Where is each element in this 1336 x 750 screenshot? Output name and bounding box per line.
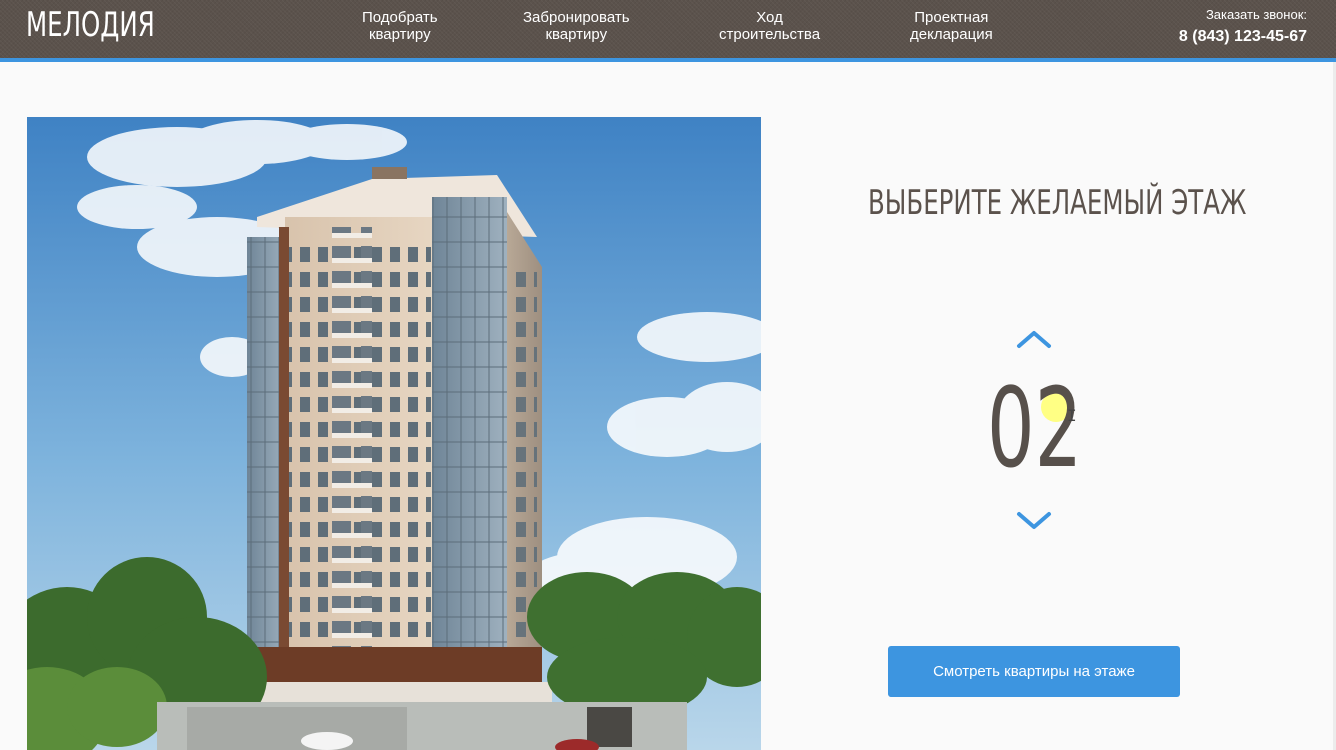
nav-item-label: Подобрать bbox=[362, 9, 438, 26]
view-floor-apartments-button[interactable]: Смотреть квартиры на этаже bbox=[888, 646, 1180, 697]
nav-item-choose-apartment[interactable]: Подобрать квартиру bbox=[362, 9, 438, 43]
nav-item-label: квартиру bbox=[368, 26, 431, 43]
nav-item-label: Проектная bbox=[914, 9, 989, 26]
nav-item-label: квартиру bbox=[545, 26, 608, 43]
callback-label[interactable]: Заказать звонок: bbox=[1179, 7, 1307, 23]
chevron-up-icon[interactable] bbox=[1016, 328, 1052, 350]
nav-item-label: Забронировать bbox=[523, 9, 630, 26]
nav-item-project-declaration[interactable]: Проектная декларация bbox=[910, 9, 993, 43]
nav-item-label: Ход bbox=[756, 9, 783, 26]
phone-number[interactable]: 8 (843) 123-45-67 bbox=[1179, 26, 1307, 48]
floor-number: 02 bbox=[987, 364, 1083, 492]
chevron-down-icon[interactable] bbox=[1016, 510, 1052, 532]
floor-selector-title: ВЫБЕРИТЕ ЖЕЛАЕМЫЙ ЭТАЖ bbox=[868, 183, 1247, 223]
site-logo[interactable]: МЕЛОДИЯ bbox=[26, 5, 155, 45]
nav-item-construction-progress[interactable]: Ход строительства bbox=[719, 9, 820, 43]
building-image bbox=[27, 117, 761, 750]
floor-display: 02 I bbox=[983, 370, 1083, 486]
building-illustration bbox=[27, 117, 761, 750]
callback-block: Заказать звонок: 8 (843) 123-45-67 bbox=[1179, 7, 1307, 48]
nav-item-book-apartment[interactable]: Забронировать квартиру bbox=[523, 9, 630, 43]
text-cursor-icon: I bbox=[1067, 406, 1077, 425]
nav-item-label: декларация bbox=[910, 26, 993, 43]
site-header: МЕЛОДИЯ Подобрать квартиру Забронировать… bbox=[0, 0, 1336, 62]
nav-item-label: строительства bbox=[719, 26, 821, 43]
